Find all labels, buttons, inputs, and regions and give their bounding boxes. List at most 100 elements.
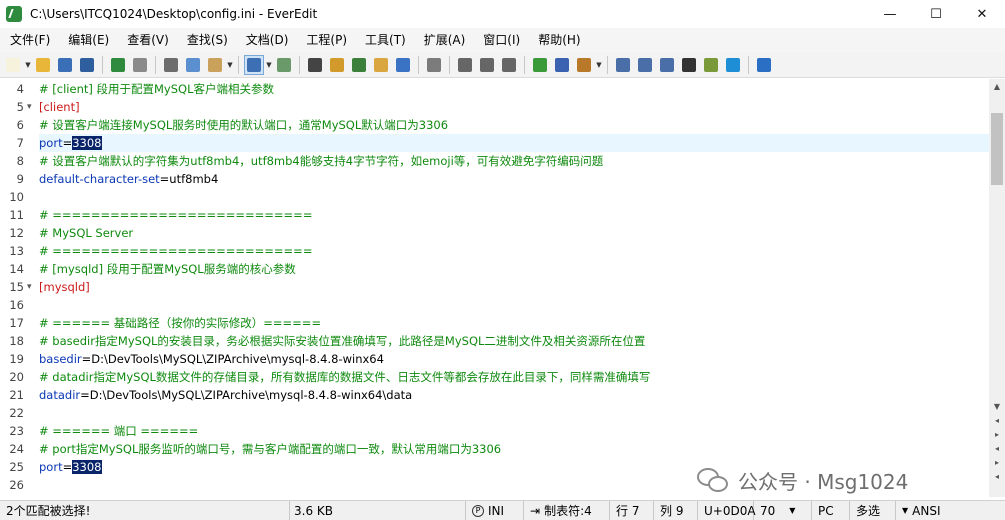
code-line[interactable]: # =========================== — [39, 242, 312, 260]
scroll-prev-icon[interactable]: ◂ — [989, 441, 1005, 455]
syntax-icon: P — [472, 504, 484, 517]
code-line[interactable]: # ====== 字符集配置 ====== — [39, 494, 233, 497]
menu-document[interactable]: 文档(D) — [238, 28, 297, 52]
code-line[interactable]: basedir=D:\DevTools\MySQL\ZIPArchive\mys… — [39, 350, 384, 368]
word-wrap-dropdown-chevron-icon[interactable]: ▼ — [265, 55, 273, 75]
save-all-icon — [80, 57, 94, 72]
toolbar-separator — [102, 55, 103, 74]
code-line[interactable]: # ====== 基础路径（按你的实际修改）====== — [39, 314, 321, 332]
redo-button[interactable] — [130, 55, 150, 75]
find-in-files-button[interactable] — [327, 55, 347, 75]
code-line[interactable]: # basedir指定MySQL的安装目录，务必根据实际安装位置准确填写，此路径… — [39, 332, 645, 350]
minimize-button[interactable]: — — [867, 0, 913, 28]
plugin-button[interactable] — [530, 55, 550, 75]
code-line[interactable]: # [client] 段用于配置MySQL客户端相关参数 — [39, 80, 274, 98]
tab-setting[interactable]: ⇥ 制表符:4 — [524, 500, 610, 520]
line-number: 5 — [16, 100, 24, 114]
plugin-icon — [533, 57, 547, 72]
save-all-button[interactable] — [77, 55, 97, 75]
code-line[interactable]: # ====== 端口 ====== — [39, 422, 198, 440]
word-wrap-button[interactable] — [244, 54, 264, 75]
code-line[interactable]: # 设置客户端默认的字符集为utf8mb4，utf8mb4能够支持4字节字符，如… — [39, 152, 603, 170]
code-line[interactable]: [mysqld] — [39, 278, 90, 296]
macro-record-button[interactable] — [455, 55, 475, 75]
code-line[interactable]: # 设置客户端连接MySQL服务时使用的默认端口，通常MySQL默认端口为330… — [39, 116, 448, 134]
list-view-button[interactable] — [613, 55, 633, 75]
menu-search[interactable]: 查找(S) — [179, 28, 236, 52]
code-line[interactable]: # [mysqld] 段用于配置MySQL服务端的核心参数 — [39, 260, 296, 278]
code-line[interactable]: port=3308 — [39, 458, 102, 476]
cut-button[interactable] — [161, 55, 181, 75]
menu-project[interactable]: 工程(P) — [298, 28, 355, 52]
menu-view[interactable]: 查看(V) — [119, 28, 177, 52]
scrollbar-thumb[interactable] — [991, 113, 1003, 185]
maximize-button[interactable]: ☐ — [913, 0, 959, 28]
code-line[interactable]: default-character-set=utf8mb4 — [39, 170, 218, 188]
code-line[interactable]: # port指定MySQL服务监听的端口号，需与客户端配置的端口一致，默认常用端… — [39, 440, 501, 458]
replace-button[interactable] — [371, 55, 391, 75]
line-number: 21 — [9, 388, 24, 402]
grid-button[interactable] — [701, 55, 721, 75]
code-line[interactable]: # MySQL Server — [39, 224, 133, 242]
split-icon[interactable]: ◂ — [989, 469, 1005, 483]
code-line[interactable]: [client] — [39, 98, 80, 116]
browser-button[interactable] — [723, 55, 743, 75]
multi-select-indicator[interactable]: 多选 — [850, 500, 896, 520]
watermark-text: 公众号 · Msg1024 — [738, 469, 909, 494]
code-line[interactable]: # =========================== — [39, 206, 312, 224]
window-controls: — ☐ ✕ — [867, 0, 1005, 28]
column-mode-button[interactable] — [274, 55, 294, 75]
code-line[interactable]: # datadir指定MySQL数据文件的存储目录，所有数据库的数据文件、日志文… — [39, 368, 650, 386]
everedit-app-icon — [6, 6, 22, 22]
paste-dropdown-chevron-icon[interactable]: ▼ — [226, 55, 234, 75]
scroll-up-arrow-icon[interactable]: ▲ — [989, 79, 1005, 93]
document-map-button[interactable] — [657, 55, 677, 75]
find-button[interactable] — [305, 55, 325, 75]
new-file-button[interactable] — [3, 55, 23, 75]
build-tools-dropdown-chevron-icon[interactable]: ▼ — [595, 55, 603, 75]
close-button[interactable]: ✕ — [959, 0, 1005, 28]
console-button[interactable] — [679, 55, 699, 75]
token-comment: # ====== 端口 ====== — [39, 424, 199, 438]
menu-tools[interactable]: 工具(T) — [357, 28, 414, 52]
editor-pane[interactable]: 4 5 ▾ 6 7 8 9 10 11 12 13 14 15 ▾ 16 17 18 19 20 21 22 23 24 25… — [0, 79, 989, 497]
scroll-page-down-icon[interactable]: ▸ — [989, 427, 1005, 441]
menu-edit[interactable]: 编辑(E) — [60, 28, 117, 52]
token-comment: # =========================== — [39, 208, 313, 222]
outline-button[interactable] — [635, 55, 655, 75]
open-folder-button[interactable] — [33, 55, 53, 75]
code-line[interactable]: port=3308 — [39, 134, 102, 152]
macro-play-button[interactable] — [477, 55, 497, 75]
encoding-indicator[interactable]: ▼ ANSI — [896, 501, 966, 520]
hex-mode-button[interactable] — [424, 55, 444, 75]
menu-file[interactable]: 文件(F) — [2, 28, 58, 52]
zoom-indicator[interactable]: 70 ▼ — [754, 500, 812, 520]
vertical-scrollbar[interactable]: ▲ ▼ ◂ ▸ ◂ ▸ ◂ — [989, 79, 1005, 497]
code-area[interactable]: # [client] 段用于配置MySQL客户端相关参数 [client] # 设置… — [39, 79, 989, 497]
macro-stop-button[interactable] — [499, 55, 519, 75]
menu-extensions[interactable]: 扩展(A) — [416, 28, 474, 52]
spell-check-button[interactable] — [349, 55, 369, 75]
paste-button[interactable] — [205, 55, 225, 75]
scroll-page-up-icon[interactable]: ◂ — [989, 413, 1005, 427]
macro-record-icon — [458, 57, 472, 72]
save-button[interactable] — [55, 55, 75, 75]
tree-view-button[interactable] — [393, 55, 413, 75]
menu-help[interactable]: 帮助(H) — [530, 28, 588, 52]
fold-toggle-icon[interactable]: ▾ — [27, 98, 32, 116]
new-file-dropdown-chevron-icon[interactable]: ▼ — [24, 55, 32, 75]
code-line[interactable]: datadir=D:\DevTools\MySQL\ZIPArchive\mys… — [39, 386, 412, 404]
watermark: 公众号 · Msg1024 — [696, 462, 908, 498]
line-ending-indicator[interactable]: PC — [812, 500, 850, 520]
menu-window[interactable]: 窗口(I) — [475, 28, 528, 52]
help-button[interactable] — [754, 55, 774, 75]
copy-button[interactable] — [183, 55, 203, 75]
snippet-button[interactable] — [552, 55, 572, 75]
syntax-indicator[interactable]: P INI — [466, 500, 524, 520]
fold-toggle-icon[interactable]: ▾ — [27, 278, 32, 296]
scroll-down-arrow-icon[interactable]: ▼ — [989, 399, 1005, 413]
undo-button[interactable] — [108, 55, 128, 75]
build-tools-button[interactable] — [574, 55, 594, 75]
scroll-next-icon[interactable]: ▸ — [989, 455, 1005, 469]
replace-icon — [374, 57, 388, 72]
